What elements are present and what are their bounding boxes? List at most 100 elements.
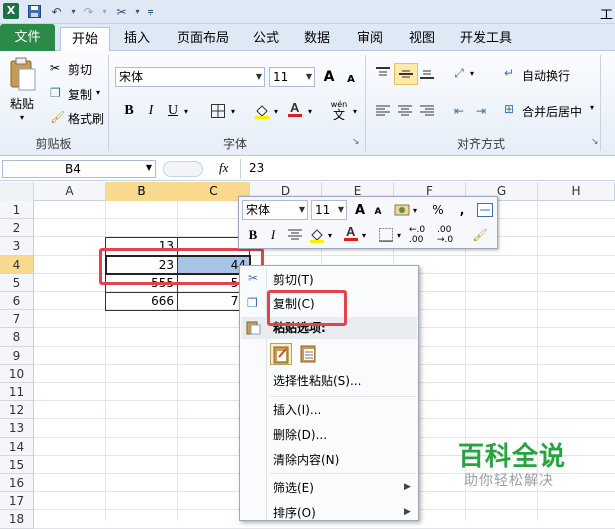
mini-italic-button[interactable]: I: [262, 225, 284, 245]
cell-b6[interactable]: 666: [106, 292, 178, 310]
redo-icon[interactable]: ↷: [80, 3, 97, 20]
row-header[interactable]: 2: [0, 219, 34, 238]
menu-item-filter[interactable]: 筛选(E): [240, 476, 418, 500]
align-center-icon[interactable]: [394, 101, 416, 121]
excel-logo-icon[interactable]: X: [3, 3, 19, 19]
row-header[interactable]: 1: [0, 201, 34, 220]
font-color-dropdown-icon[interactable]: ▾: [304, 101, 316, 121]
paste-icon[interactable]: [8, 57, 38, 93]
row-header[interactable]: 11: [0, 383, 34, 402]
copy-dropdown-icon[interactable]: ▾: [96, 88, 100, 97]
formula-bar-splitter[interactable]: [163, 161, 203, 177]
format-painter-button[interactable]: 格式刷: [68, 110, 104, 127]
tab-view[interactable]: 视图: [402, 27, 442, 50]
decrease-indent-icon[interactable]: ⇤: [448, 101, 470, 121]
paste-dropdown-icon[interactable]: ▾: [20, 113, 24, 122]
mini-merge-icon[interactable]: [474, 200, 496, 220]
wrap-text-icon[interactable]: ↵: [504, 66, 514, 80]
font-size-select[interactable]: 11 ▼: [269, 67, 315, 87]
merge-center-button[interactable]: 合并后居中: [522, 103, 582, 120]
orientation-dropdown-icon[interactable]: ▾: [466, 63, 478, 83]
tools-icon[interactable]: ✂: [113, 3, 130, 20]
tab-data[interactable]: 数据: [297, 27, 337, 50]
paste-button[interactable]: 粘贴: [10, 95, 34, 112]
column-header-a[interactable]: A: [34, 182, 106, 201]
save-icon[interactable]: [26, 3, 43, 20]
bold-button[interactable]: B: [118, 101, 140, 121]
mini-font-color-dropdown-icon[interactable]: ▾: [358, 225, 370, 245]
italic-button[interactable]: I: [140, 101, 162, 121]
font-name-select[interactable]: 宋体 ▼: [115, 67, 265, 87]
merge-dropdown-icon[interactable]: ▾: [590, 103, 594, 112]
align-bottom-icon[interactable]: [416, 63, 438, 83]
select-all-corner[interactable]: [0, 182, 34, 201]
menu-item-cut[interactable]: 剪切(T): [240, 268, 418, 292]
mini-fill-color-dropdown-icon[interactable]: ▾: [324, 225, 336, 245]
customize-qat-icon[interactable]: ⩦: [142, 3, 159, 20]
borders-dropdown-icon[interactable]: ▾: [227, 101, 239, 121]
font-dialog-launcher-icon[interactable]: ↘: [352, 137, 360, 147]
align-top-icon[interactable]: [372, 63, 394, 83]
cut-button[interactable]: 剪切: [68, 61, 92, 78]
menu-item-delete[interactable]: 删除(D)...: [240, 423, 418, 447]
mini-percent-button[interactable]: %: [427, 200, 449, 220]
merge-center-icon[interactable]: ⊞: [504, 102, 514, 116]
underline-dropdown-icon[interactable]: ▾: [180, 101, 192, 121]
increase-indent-icon[interactable]: ⇥: [470, 101, 492, 121]
undo-icon[interactable]: ↶: [48, 3, 65, 20]
column-header-h[interactable]: H: [538, 182, 615, 201]
alignment-dialog-launcher-icon[interactable]: ↘: [591, 137, 599, 147]
mini-decrease-decimal-button[interactable]: .00 →.0: [437, 225, 465, 245]
name-box-dropdown-icon[interactable]: ▼: [146, 163, 152, 172]
redo-dropdown-icon[interactable]: ▾: [96, 3, 113, 20]
mini-borders-dropdown-icon[interactable]: ▾: [393, 225, 405, 245]
menu-item-paste-special[interactable]: 选择性粘贴(S)...: [240, 369, 418, 393]
row-header[interactable]: 7: [0, 310, 34, 329]
align-left-icon[interactable]: [372, 101, 394, 121]
phonetic-dropdown-icon[interactable]: ▾: [349, 101, 361, 121]
menu-item-insert[interactable]: 插入(I)...: [240, 398, 418, 422]
insert-function-button[interactable]: fx: [219, 160, 228, 176]
row-header[interactable]: 12: [0, 401, 34, 420]
tab-review[interactable]: 审阅: [350, 27, 390, 50]
align-middle-icon[interactable]: [394, 63, 418, 85]
row-header[interactable]: 6: [0, 292, 34, 311]
row-header[interactable]: 13: [0, 419, 34, 438]
mini-center-icon[interactable]: [284, 225, 306, 245]
copy-icon[interactable]: ❐: [50, 86, 61, 100]
column-header-b[interactable]: B: [106, 182, 178, 201]
mini-bold-button[interactable]: B: [242, 225, 264, 245]
row-header[interactable]: 18: [0, 510, 34, 529]
formula-input[interactable]: 23: [249, 161, 264, 175]
tab-page-layout[interactable]: 页面布局: [170, 27, 236, 50]
tab-developer[interactable]: 开发工具: [455, 27, 517, 50]
wrap-text-button[interactable]: 自动换行: [522, 67, 570, 84]
tab-home[interactable]: 开始: [60, 27, 110, 51]
row-header[interactable]: 3: [0, 237, 34, 256]
row-header[interactable]: 10: [0, 364, 34, 383]
row-header[interactable]: 17: [0, 492, 34, 511]
row-header[interactable]: 14: [0, 437, 34, 456]
mini-size-select[interactable]: 11 ▼: [311, 200, 347, 220]
mini-font-select[interactable]: 宋体 ▼: [242, 200, 308, 220]
mini-shrink-font-button[interactable]: A: [367, 202, 389, 222]
tab-formulas[interactable]: 公式: [248, 27, 284, 50]
row-header[interactable]: 8: [0, 328, 34, 347]
paste-option-values-icon[interactable]: [298, 343, 320, 365]
font-color-icon[interactable]: A: [284, 99, 306, 119]
mini-comma-button[interactable]: ,: [451, 200, 473, 220]
copy-button[interactable]: 复制: [68, 86, 92, 103]
shrink-font-button[interactable]: A: [340, 69, 362, 89]
mini-format-painter-icon[interactable]: 🖌: [469, 225, 491, 245]
row-header[interactable]: 16: [0, 474, 34, 493]
mini-number-format-dropdown-icon[interactable]: ▾: [409, 200, 421, 220]
row-header[interactable]: 15: [0, 455, 34, 474]
align-right-icon[interactable]: [416, 101, 438, 121]
name-box[interactable]: B4 ▼: [2, 160, 156, 178]
borders-icon[interactable]: [207, 101, 229, 121]
fill-color-dropdown-icon[interactable]: ▾: [270, 101, 282, 121]
menu-item-sort[interactable]: 排序(O): [240, 501, 418, 525]
paste-option-keep-icon[interactable]: [270, 343, 292, 365]
cut-icon[interactable]: ✂: [50, 61, 60, 75]
format-painter-icon[interactable]: 🖌: [50, 110, 65, 124]
